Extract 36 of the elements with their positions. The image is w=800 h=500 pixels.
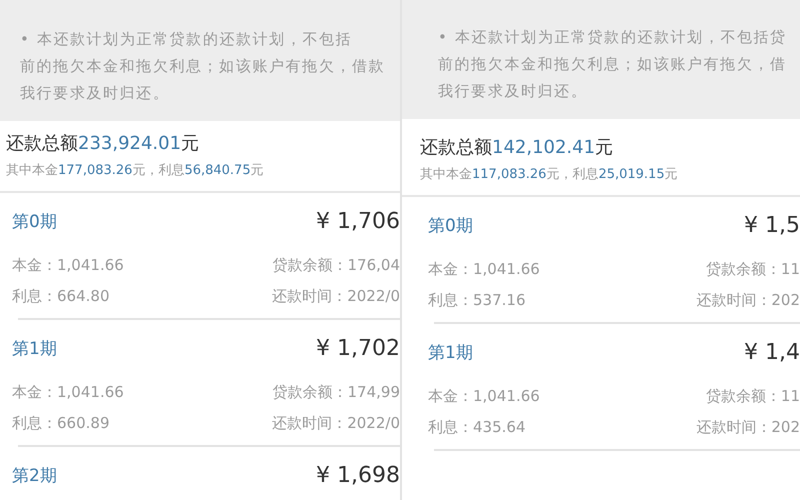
installment-amount: ¥ 1,702 <box>316 336 400 361</box>
principal-text: 本金：1,041.66 <box>428 260 541 279</box>
installment-amount: ¥ 1,5 <box>744 213 800 238</box>
due-date-text: 还款时间：202 <box>696 291 800 310</box>
balance-text: 贷款余额：176,04 <box>272 256 400 275</box>
repayment-total: 还款总额233,924.01元 <box>5 132 200 155</box>
principal-text: 本金：1,041.66 <box>428 387 541 406</box>
installment-amount: ¥ 1,706 <box>316 209 400 234</box>
interest-text: 利息：660.89 <box>12 414 110 433</box>
interest-text: 利息：537.16 <box>428 291 526 310</box>
due-date-text: 还款时间：2022/0 <box>272 414 400 433</box>
principal-interest-summary: 其中本金117,083.26元，利息25,019.15元 <box>419 166 679 183</box>
principal-text: 本金：1,041.66 <box>12 383 125 402</box>
notice-text: 前的拖欠本金和拖欠利息；如该账户有拖欠，借款 <box>20 57 386 76</box>
period-label: 第0期 <box>428 215 473 237</box>
due-date-text: 还款时间：2022/0 <box>272 287 400 306</box>
principal-interest-summary: 其中本金177,083.26元，利息56,840.75元 <box>5 162 265 179</box>
notice-text: 我行要求及时归还。 <box>20 84 170 103</box>
period-label: 第2期 <box>12 465 57 487</box>
notice-text: • 本还款计划为正常贷款的还款计划，不包括 <box>20 30 354 49</box>
notice-text: 前的拖欠本金和拖欠利息；如该账户有拖欠，借 <box>438 55 788 74</box>
notice-text: • 本还款计划为正常贷款的还款计划，不包括贷 <box>438 28 788 47</box>
installment-amount: ¥ 1,698 <box>316 463 400 488</box>
balance-text: 贷款余额：11 <box>704 260 800 279</box>
period-label: 第0期 <box>12 211 57 233</box>
repayment-total: 还款总额142,102.41元 <box>419 136 614 159</box>
period-label: 第1期 <box>428 342 473 364</box>
interest-text: 利息：435.64 <box>428 418 526 437</box>
period-label: 第1期 <box>12 338 57 360</box>
balance-text: 贷款余额：174,99 <box>272 383 400 402</box>
due-date-text: 还款时间：202 <box>696 418 800 437</box>
interest-text: 利息：664.80 <box>12 287 110 306</box>
balance-text: 贷款余额：11 <box>704 387 800 406</box>
notice-text: 我行要求及时归还。 <box>438 82 588 101</box>
installment-amount: ¥ 1,4 <box>744 340 800 365</box>
principal-text: 本金：1,041.66 <box>12 256 125 275</box>
